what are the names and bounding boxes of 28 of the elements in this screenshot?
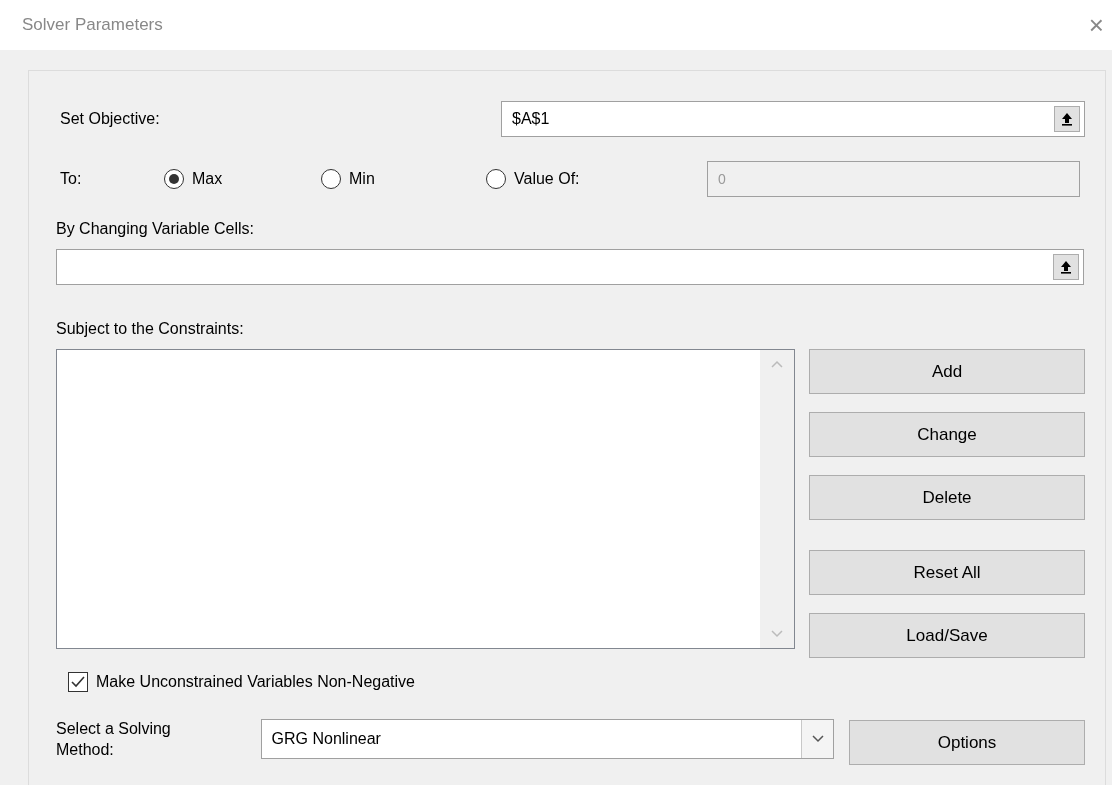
range-select-icon[interactable] (1053, 254, 1079, 280)
radio-button[interactable] (486, 169, 506, 189)
constraint-button[interactable]: Add (809, 349, 1085, 394)
checkbox[interactable] (68, 672, 88, 692)
constraint-button[interactable]: Reset All (809, 550, 1085, 595)
radio-label[interactable]: Value Of: (514, 167, 580, 191)
field-value: $A$1 (511, 109, 550, 129)
field-label: By Changing Variable Cells: (56, 220, 255, 237)
field-label: Select a Solving Method: (56, 718, 172, 760)
checkbox-label[interactable]: Make Unconstrained Variables Non-Negative (96, 670, 415, 694)
range-select-icon[interactable] (1054, 106, 1080, 132)
field-value: 0 (718, 169, 726, 189)
radio-button[interactable] (164, 169, 184, 189)
field-label: To: (60, 169, 83, 189)
dropdown-value: GRG Nonlinear (270, 728, 381, 749)
options-button[interactable]: Options (849, 720, 1085, 765)
solving-method-dropdown[interactable]: GRG Nonlinear (260, 718, 834, 759)
constraint-button[interactable]: Change (809, 412, 1085, 457)
constraint-button[interactable]: Load/Save (809, 613, 1085, 658)
constraint-button[interactable]: Delete (809, 475, 1085, 520)
field-label: Set Objective: (60, 109, 160, 129)
radio-label[interactable]: Max (192, 167, 223, 191)
window-title: Solver Parameters (22, 14, 163, 37)
radio-label[interactable]: Min (349, 167, 375, 191)
objective-field[interactable]: $A$1 (501, 101, 1085, 137)
radio-button[interactable] (321, 169, 341, 189)
close-button[interactable]: × (1088, 12, 1104, 38)
field-label: Subject to the Constraints: (56, 320, 244, 337)
